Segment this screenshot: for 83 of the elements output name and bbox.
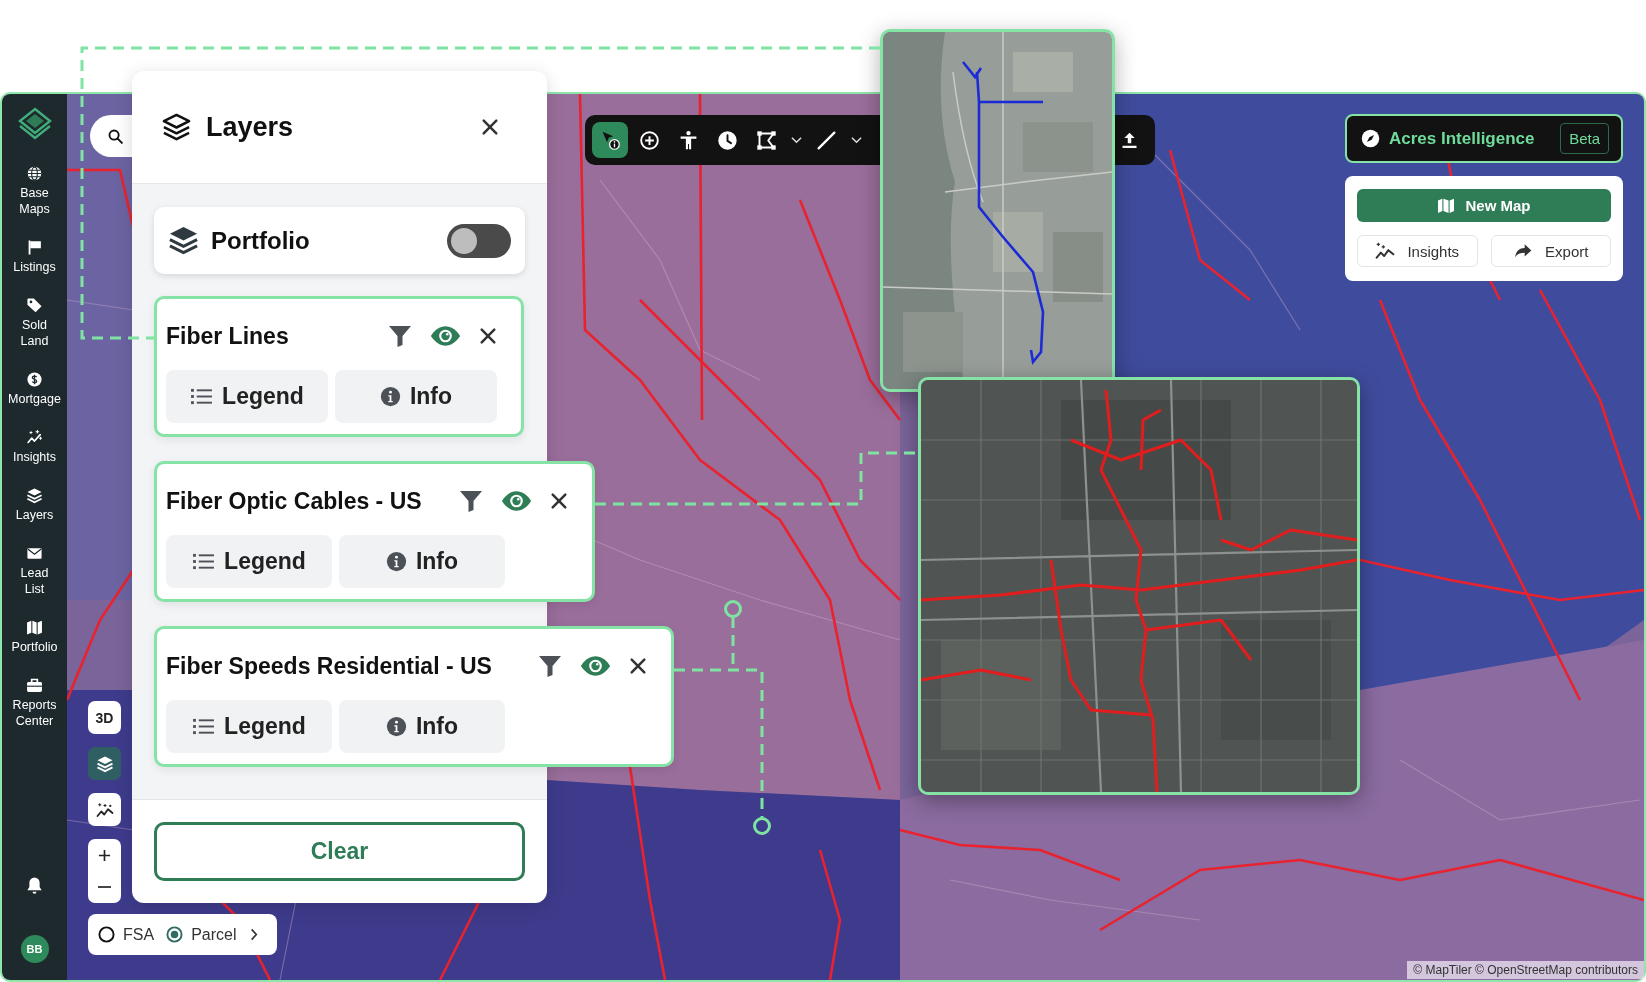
radio-option[interactable]: FSA	[98, 925, 155, 944]
bell-icon	[25, 876, 44, 895]
eye-icon[interactable]	[501, 490, 532, 512]
sidebar-item[interactable]: Layers	[15, 487, 54, 523]
dollar-icon	[26, 371, 43, 388]
list-icon	[190, 387, 214, 406]
eye-icon[interactable]	[430, 325, 461, 347]
identify-tool-button[interactable]	[592, 122, 628, 158]
sidebar-item[interactable]: Base Maps	[19, 165, 50, 217]
layer-title: Fiber Speeds Residential - US	[166, 652, 492, 680]
close-button[interactable]	[481, 118, 499, 136]
sidebar-item[interactable]: Portfolio	[11, 619, 58, 655]
info-button[interactable]: Info	[335, 370, 497, 423]
toggle-switch[interactable]	[447, 223, 511, 258]
filter-icon[interactable]	[388, 324, 412, 348]
3d-view-button[interactable]: 3D	[88, 701, 121, 734]
insights-button[interactable]: Insights	[1357, 235, 1478, 267]
user-avatar[interactable]: BB	[20, 935, 49, 963]
legend-button[interactable]: Legend	[166, 700, 332, 753]
legend-button[interactable]: Legend	[166, 535, 332, 588]
layers-icon	[26, 487, 43, 504]
legend-button[interactable]: Legend	[166, 370, 328, 423]
clock-icon	[716, 129, 738, 151]
compass-icon	[1361, 129, 1380, 148]
panel-title: Layers	[206, 111, 295, 143]
info-button[interactable]: Info	[339, 700, 505, 753]
map-attribution: © MapTiler © OpenStreetMap contributors	[1407, 961, 1644, 979]
plus-circle-icon	[638, 129, 660, 151]
beta-badge: Beta	[1560, 123, 1609, 154]
sidebar-item[interactable]: Lead List	[20, 545, 49, 597]
tag-icon	[26, 297, 43, 314]
sidebar-item[interactable]: Sold Land	[20, 297, 49, 349]
close-icon[interactable]	[479, 327, 497, 345]
layers-icon	[161, 111, 192, 143]
polygon-icon	[755, 129, 777, 151]
portfolio-label: Portfolio	[211, 226, 311, 255]
briefcase-icon	[26, 677, 43, 694]
notifications-button[interactable]	[25, 876, 44, 895]
layer-title: Fiber Optic Cables - US	[166, 487, 422, 515]
ai-title: Acres Intelligence	[1389, 128, 1536, 149]
list-icon	[192, 717, 216, 736]
layers-button[interactable]	[88, 747, 121, 780]
sparkle-chart-icon	[95, 800, 114, 819]
sidebar-item[interactable]: Mortgage	[8, 371, 61, 407]
filter-icon[interactable]	[459, 489, 483, 513]
sparkle-chart-icon	[1375, 241, 1396, 261]
plus-icon	[98, 848, 111, 862]
map-icon	[26, 619, 43, 636]
info-icon	[379, 386, 401, 407]
layers-icon	[95, 754, 114, 773]
list-icon	[192, 552, 216, 571]
sidebar-item[interactable]: Insights	[12, 429, 57, 465]
search-button[interactable]	[90, 115, 132, 157]
info-button[interactable]: Info	[339, 535, 505, 588]
info-icon	[385, 716, 407, 737]
sidebar-item[interactable]: Reports Center	[12, 677, 57, 729]
export-button[interactable]: Export	[1490, 235, 1611, 267]
close-icon[interactable]	[550, 492, 568, 510]
flag-icon	[26, 239, 43, 256]
ai-assistant-bar[interactable]: Acres Intelligence Beta	[1345, 114, 1623, 163]
sidebar-item[interactable]: Listings	[13, 239, 56, 275]
info-icon	[385, 551, 407, 572]
chevron-down-icon	[850, 136, 862, 144]
new-map-button[interactable]: New Map	[1357, 189, 1611, 222]
eye-icon[interactable]	[580, 655, 611, 677]
layers-icon	[168, 225, 199, 256]
radio-option[interactable]: Parcel	[166, 925, 237, 944]
search-icon	[107, 127, 124, 145]
layer-title: Fiber Lines	[166, 322, 289, 350]
sparkle-chart-icon	[26, 429, 43, 446]
globe-icon	[26, 165, 43, 182]
chevron-right-icon[interactable]	[250, 928, 259, 941]
envelope-icon	[26, 545, 43, 562]
minus-icon	[98, 886, 111, 888]
clear-button[interactable]: Clear	[154, 822, 525, 881]
close-icon	[481, 118, 499, 136]
insights-button[interactable]	[88, 793, 121, 826]
logo-icon[interactable]	[17, 107, 52, 141]
chevron-down-icon	[790, 136, 802, 144]
line-icon	[815, 129, 837, 151]
close-icon[interactable]	[629, 657, 647, 675]
map-icon	[1437, 197, 1456, 214]
filter-icon[interactable]	[538, 654, 562, 678]
